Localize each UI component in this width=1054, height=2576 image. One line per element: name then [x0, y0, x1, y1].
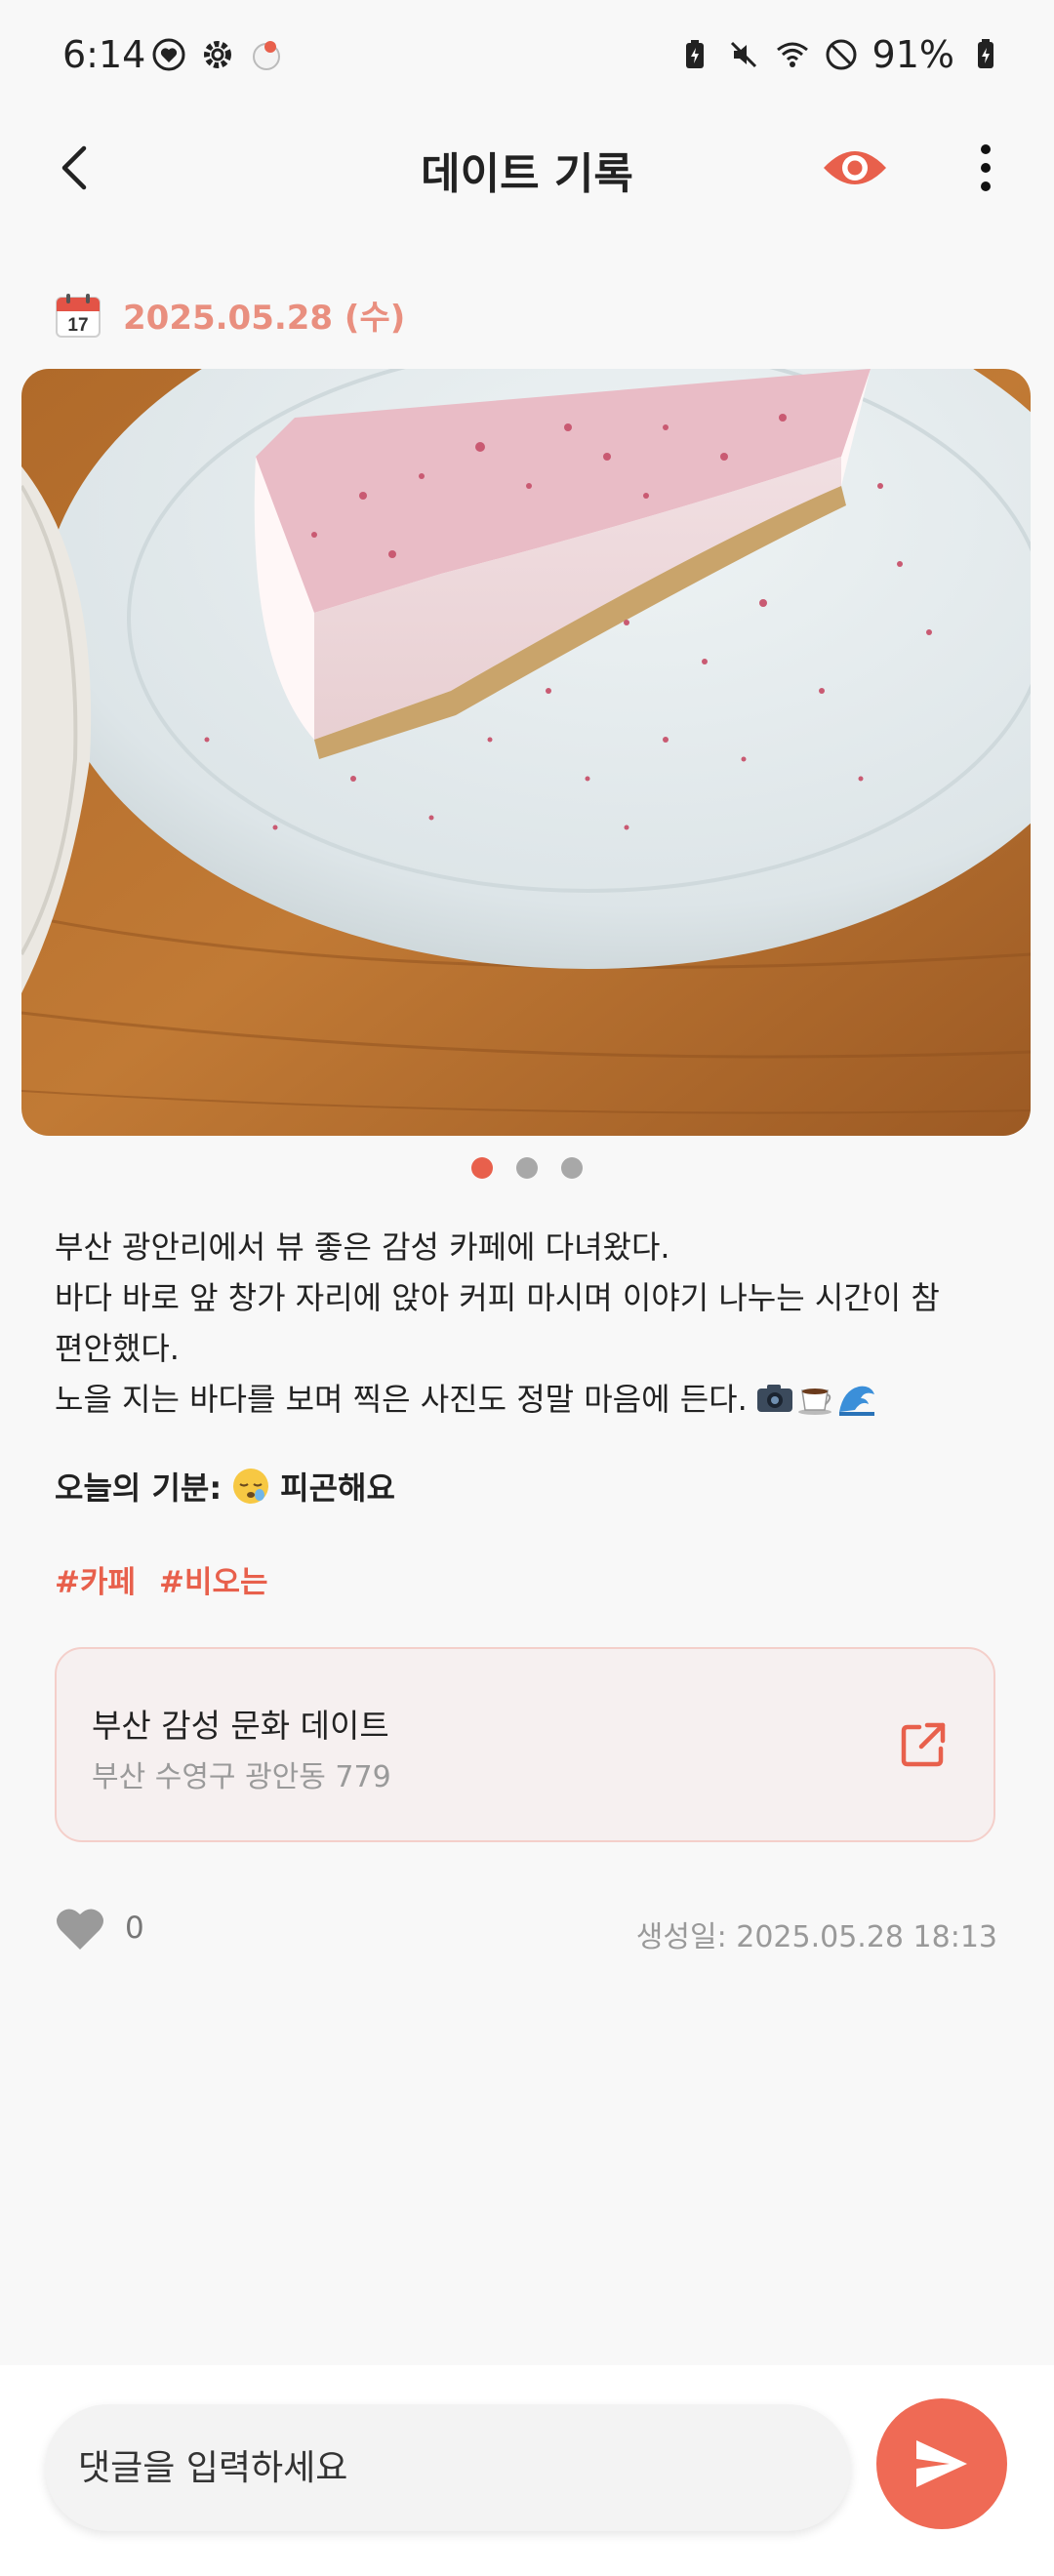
course-address: 부산 수영구 광안동 779	[92, 1760, 391, 1794]
app-notification-icon	[253, 41, 280, 70]
content-line: 노을 지는 바다를 보며 찍은 사진도 정말 마음에 든다.	[55, 1381, 748, 1418]
send-button[interactable]	[876, 2398, 1007, 2529]
carousel-dot[interactable]	[516, 1157, 538, 1179]
mood-row: 오늘의 기분: 피곤해요	[55, 1464, 395, 1509]
camera-icon	[756, 1385, 792, 1412]
send-icon	[916, 2440, 967, 2487]
mute-icon	[730, 41, 756, 68]
carousel-dot[interactable]	[561, 1157, 583, 1179]
page-title: 데이트 기록	[421, 149, 633, 199]
mood-text: 피곤해요	[280, 1469, 395, 1507]
linked-course-card[interactable]: 부산 감성 문화 데이트 부산 수영구 광안동 779	[55, 1647, 995, 1842]
record-date: 2025.05.28 (수)	[123, 299, 406, 338]
record-date-row: 17 2025.05.28 (수)	[55, 291, 405, 339]
comment-bar	[0, 2365, 1054, 2576]
record-content: 부산 광안리에서 뷰 좋은 감성 카페에 다녀왔다. 바다 바로 앞 창가 자리…	[55, 1222, 1001, 1425]
comment-input[interactable]	[45, 2404, 851, 2531]
content-line: 부산 광안리에서 뷰 좋은 감성 카페에 다녀왔다.	[55, 1228, 670, 1266]
like-row: 0	[55, 1905, 144, 1952]
created-date: 생성일: 2025.05.28 18:13	[635, 1920, 997, 1954]
photo-carousel[interactable]	[21, 369, 1031, 1136]
heart-icon[interactable]	[55, 1905, 105, 1952]
coffee-icon	[797, 1389, 831, 1415]
status-notification-icons	[151, 37, 284, 72]
status-bar: 6:14 91%	[0, 0, 1054, 117]
more-vertical-icon[interactable]	[956, 139, 1015, 197]
content-emojis	[755, 1381, 876, 1416]
calendar-icon: 17	[56, 293, 101, 338]
course-title: 부산 감성 문화 데이트	[92, 1707, 389, 1745]
wifi-icon	[776, 42, 808, 67]
carousel-indicator	[0, 1157, 1054, 1179]
heart-badge-icon	[152, 38, 185, 71]
sleepy-face-icon	[233, 1469, 269, 1504]
do-not-disturb-icon	[826, 39, 857, 70]
battery-percent: 91%	[872, 33, 954, 76]
app-bar: 데이트 기록	[0, 117, 1054, 219]
mood-label: 오늘의 기분:	[55, 1469, 223, 1507]
battery-saver-icon	[685, 40, 704, 68]
content-line-last: 노을 지는 바다를 보며 찍은 사진도 정말 마음에 든다.	[55, 1374, 1001, 1425]
visibility-eye-icon[interactable]	[820, 137, 890, 199]
content-line: 편안했다.	[55, 1330, 180, 1367]
svg-text:17: 17	[67, 315, 88, 336]
cake-photo	[21, 369, 1031, 1136]
tag-item[interactable]: #카페	[55, 1557, 136, 1601]
carousel-dot[interactable]	[471, 1157, 493, 1179]
tag-item[interactable]: #비오는	[159, 1557, 268, 1601]
status-right: 91%	[677, 33, 1003, 76]
battery-icon	[978, 39, 993, 68]
settings-gear-icon	[204, 41, 231, 68]
status-time: 6:14	[62, 33, 146, 76]
content-line: 바다 바로 앞 창가 자리에 앉아 커피 마시며 이야기 나누는 시간이 참	[55, 1279, 940, 1316]
open-external-icon[interactable]	[898, 1719, 949, 1770]
like-count: 0	[125, 1911, 144, 1946]
wave-icon	[838, 1386, 874, 1416]
tag-list: #카페 #비오는	[55, 1557, 268, 1601]
